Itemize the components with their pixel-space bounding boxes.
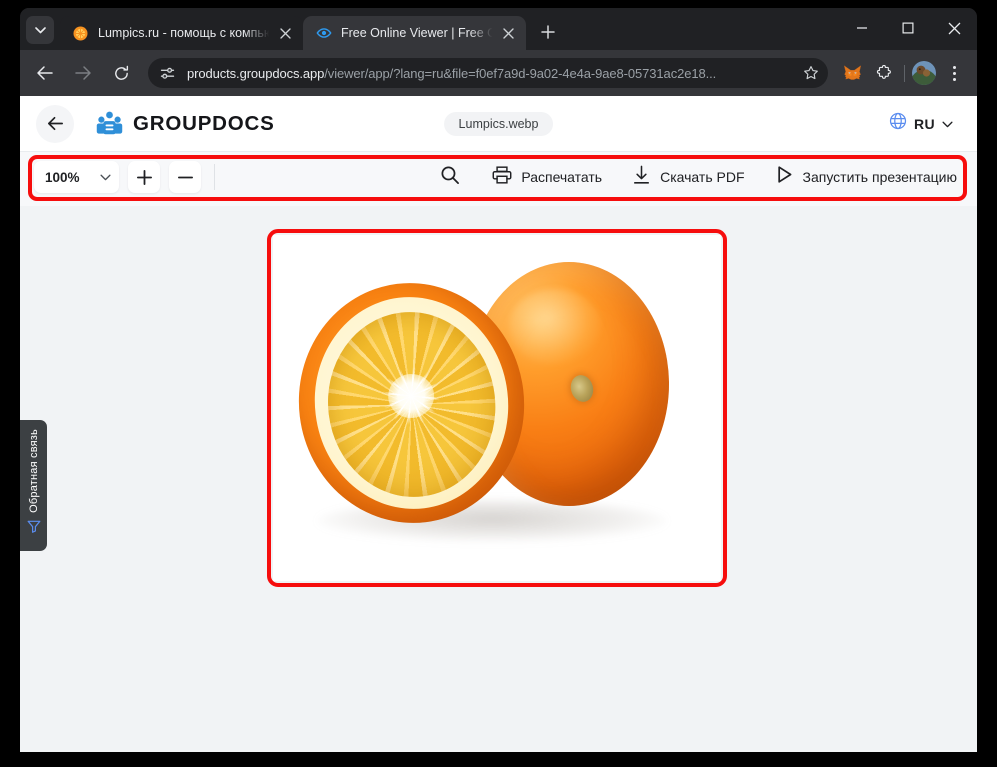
chevron-down-icon	[942, 115, 953, 133]
viewer-toolbar-region: 100% Распечатать Скачать PDF Запустить п…	[20, 152, 977, 206]
globe-icon	[889, 112, 907, 135]
avatar[interactable]	[912, 61, 936, 85]
language-selector[interactable]: RU	[889, 112, 953, 135]
star-icon[interactable]	[798, 60, 824, 86]
feedback-tab-label: Обратная связь	[27, 429, 40, 513]
maximize-window-button[interactable]	[885, 8, 931, 48]
browser-tab-groupdocs-viewer[interactable]: Free Online Viewer | Free Group	[303, 16, 526, 50]
metamask-extension-icon[interactable]	[838, 59, 866, 87]
address-bar-path: /viewer/app/?lang=ru&file=f0ef7a9d-9a02-…	[324, 65, 717, 81]
play-icon	[775, 165, 794, 189]
tab-search-button[interactable]	[26, 16, 54, 44]
zoom-level-select[interactable]: 100%	[34, 161, 119, 193]
chevron-down-icon	[34, 26, 46, 33]
feedback-tab[interactable]: Обратная связь	[20, 420, 47, 551]
minus-icon	[177, 176, 193, 178]
browser-tab-title: Lumpics.ru - помощь с компью	[98, 26, 271, 40]
funnel-icon	[27, 520, 41, 538]
plus-icon	[541, 25, 555, 39]
tab-strip: Lumpics.ru - помощь с компью Free Online…	[20, 8, 977, 50]
document-page[interactable]: Фотография: разрезанный пополам апельсин…	[273, 235, 721, 581]
page-viewport: GROUPDOCS Lumpics.webp RU 100% Распечата…	[20, 96, 977, 752]
zoom-in-button[interactable]	[128, 161, 160, 193]
window-controls	[839, 8, 977, 48]
browser-window: Lumpics.ru - помощь с компью Free Online…	[20, 8, 977, 752]
start-presentation-button-label: Запустить презентацию	[802, 169, 958, 185]
minimize-icon	[857, 27, 867, 29]
search-button[interactable]	[432, 159, 468, 196]
app-back-button[interactable]	[36, 104, 74, 143]
zoom-out-button[interactable]	[169, 161, 201, 193]
browser-tab-lumpics[interactable]: Lumpics.ru - помощь с компью	[60, 16, 303, 50]
viewer-toolbar: 100% Распечатать Скачать PDF Запустить п…	[20, 152, 977, 202]
toolbar-divider	[904, 64, 905, 82]
three-dot-menu-icon[interactable]	[941, 58, 967, 88]
menu-dot	[952, 71, 956, 75]
browser-forward-button[interactable]	[67, 57, 99, 89]
eye-icon	[315, 25, 332, 42]
download-icon	[632, 165, 651, 190]
new-tab-button[interactable]	[534, 18, 562, 46]
plus-icon	[136, 169, 152, 185]
zoom-level-value: 100%	[45, 169, 80, 185]
menu-dot	[952, 65, 956, 69]
browser-back-button[interactable]	[29, 57, 61, 89]
address-bar-url: products.groupdocs.app/viewer/app/?lang=…	[187, 66, 798, 81]
maximize-icon	[902, 22, 914, 34]
address-bar-host: products.groupdocs.app	[187, 65, 325, 81]
minimize-window-button[interactable]	[839, 8, 885, 48]
download-pdf-button-label: Скачать PDF	[660, 169, 745, 185]
language-code: RU	[913, 115, 935, 132]
orange-fruit-favicon	[72, 25, 89, 42]
close-icon[interactable]	[275, 23, 295, 43]
extensions-puzzle-icon[interactable]	[870, 59, 898, 87]
app-header: GROUPDOCS Lumpics.webp RU	[20, 96, 977, 152]
browser-tab-title: Free Online Viewer | Free Group	[341, 26, 494, 40]
groupdocs-logo-icon	[96, 110, 123, 137]
forward-arrow-icon	[75, 66, 91, 80]
brand-name: GROUPDOCS	[133, 111, 275, 135]
tune-site-settings-icon[interactable]	[159, 65, 176, 82]
brand-logo[interactable]: GROUPDOCS	[96, 110, 275, 137]
reload-icon	[114, 65, 128, 80]
download-pdf-button[interactable]: Скачать PDF	[626, 159, 750, 196]
printer-icon	[492, 165, 512, 190]
print-button[interactable]: Распечатать	[486, 159, 608, 196]
back-arrow-icon	[37, 66, 53, 80]
close-icon[interactable]	[498, 23, 518, 43]
document-area[interactable]: Фотография: разрезанный пополам апельсин…	[20, 206, 977, 752]
close-window-button[interactable]	[931, 8, 977, 48]
close-icon	[948, 22, 960, 34]
start-presentation-button[interactable]: Запустить презентацию	[769, 159, 964, 195]
toolbar-separator	[214, 164, 215, 190]
address-bar[interactable]: products.groupdocs.app/viewer/app/?lang=…	[148, 58, 828, 88]
file-name-chip: Lumpics.webp	[443, 111, 554, 136]
document-image	[273, 235, 721, 581]
browser-navigation-bar: products.groupdocs.app/viewer/app/?lang=…	[20, 50, 977, 96]
chevron-down-icon	[100, 168, 111, 186]
back-arrow-icon	[47, 116, 63, 131]
print-button-label: Распечатать	[521, 169, 603, 185]
menu-dot	[952, 77, 956, 81]
search-icon	[440, 165, 460, 190]
browser-reload-button[interactable]	[105, 57, 137, 89]
